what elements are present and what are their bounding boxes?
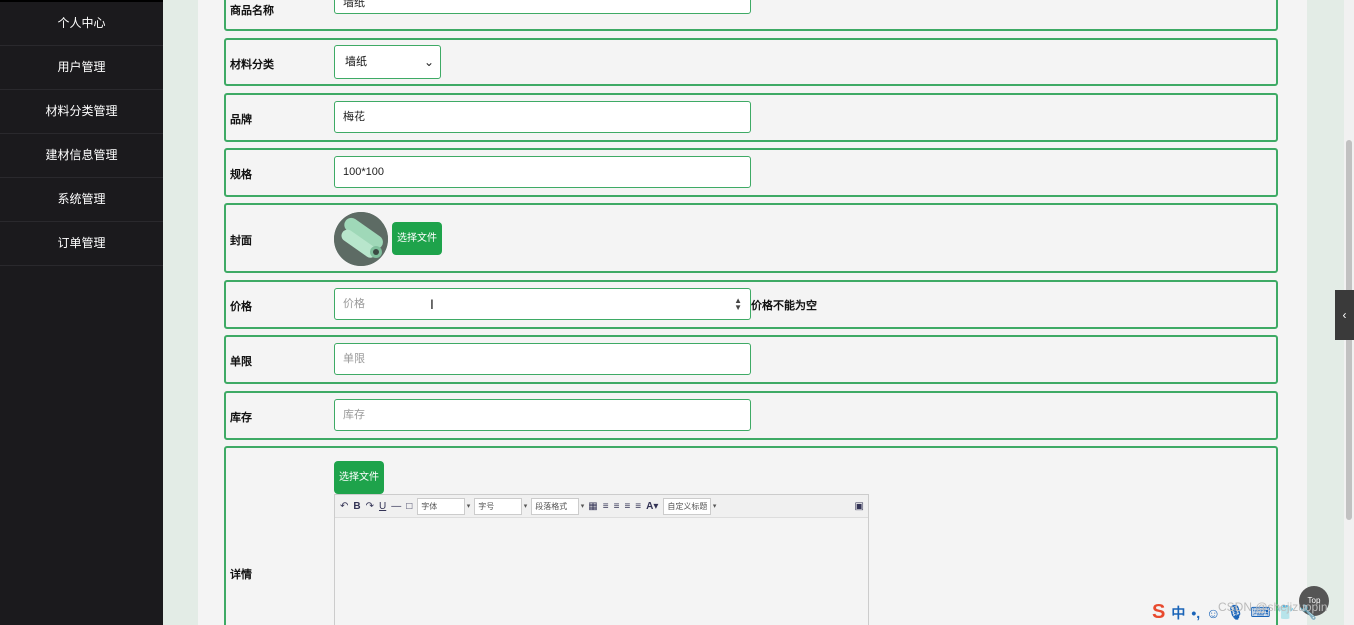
price-label: 价格 xyxy=(230,301,252,313)
sidebar-item-category-management[interactable]: 材料分类管理 xyxy=(0,90,163,134)
sidebar-item-system-management[interactable]: 系统管理 xyxy=(0,178,163,222)
ime-chinese-mode-icon[interactable]: 中 xyxy=(1171,603,1185,623)
paste-icon[interactable]: □ xyxy=(406,501,412,512)
cover-choose-file-button[interactable]: 选择文件 xyxy=(392,222,442,255)
text-cursor-icon: I xyxy=(430,296,434,312)
detail-label: 详情 xyxy=(230,569,252,581)
form-row-cover: 封面 选择文件 xyxy=(224,203,1278,273)
spec-input[interactable]: 100*100 xyxy=(334,156,751,188)
sogou-logo-icon: S xyxy=(1152,601,1166,623)
table-icon[interactable]: ▦ xyxy=(588,501,597,512)
align-justify-icon[interactable]: ≡ xyxy=(635,501,641,512)
form-row-detail: 详情 选择文件 ↶ B ↷ U — □ 字体 ▾ 字号 ▾ 段落格式 ▾ ▦ ≡ ≡ … xyxy=(224,446,1278,625)
number-spinner-icon[interactable]: ▲ ▼ xyxy=(734,297,742,312)
font-family-select[interactable]: 字体 ▾ xyxy=(417,497,470,515)
csdn-watermark: CSDN @shejizuopin xyxy=(1218,600,1328,614)
undo-icon[interactable]: ↶ xyxy=(340,501,348,512)
price-input-placeholder: 价格 xyxy=(343,298,365,310)
align-right-icon[interactable]: ≡ xyxy=(624,501,630,512)
font-size-select-label: 字号 xyxy=(478,501,495,511)
stock-label: 库存 xyxy=(230,412,252,424)
font-size-select[interactable]: 字号 ▾ xyxy=(474,497,527,515)
form-row-stock: 库存 库存 xyxy=(224,391,1278,440)
rich-text-editor[interactable]: ↶ B ↷ U — □ 字体 ▾ 字号 ▾ 段落格式 ▾ ▦ ≡ ≡ ≡ ≡ A▾ 自… xyxy=(334,494,869,625)
form-row-spec: 规格 100*100 xyxy=(224,148,1278,197)
paragraph-format-select[interactable]: 段落格式 ▾ xyxy=(531,497,584,515)
custom-title-select[interactable]: 自定义标题 ▾ xyxy=(663,497,716,515)
form-row-product-name: 商品名称 墙纸 xyxy=(224,0,1278,31)
limit-label: 单限 xyxy=(230,356,252,368)
fullscreen-icon[interactable]: ▣ xyxy=(855,501,864,512)
sidebar-item-user-management[interactable]: 用户管理 xyxy=(0,46,163,90)
cover-thumbnail-image xyxy=(334,212,388,266)
category-select-value: 墙纸 xyxy=(345,56,367,68)
price-input[interactable]: 价格 ▲ ▼ xyxy=(334,288,751,320)
main-area: 商品名称 墙纸 材料分类 墙纸 ⌄ 品牌 梅花 规格 100*100 封面 选择… xyxy=(163,0,1344,625)
form-row-limit: 单限 单限 xyxy=(224,335,1278,384)
form-panel: 商品名称 墙纸 材料分类 墙纸 ⌄ 品牌 梅花 规格 100*100 封面 选择… xyxy=(198,0,1307,625)
bold-icon[interactable]: B xyxy=(353,501,360,512)
limit-input[interactable]: 单限 xyxy=(334,343,751,375)
custom-title-select-label: 自定义标题 xyxy=(667,501,708,511)
form-row-category: 材料分类 墙纸 ⌄ xyxy=(224,38,1278,86)
ime-punctuation-icon[interactable]: •, xyxy=(1191,605,1200,621)
align-center-icon[interactable]: ≡ xyxy=(614,501,620,512)
underline-icon[interactable]: U xyxy=(379,501,386,512)
sidebar-item-order-management[interactable]: 订单管理 xyxy=(0,222,163,266)
font-family-select-label: 字体 xyxy=(421,501,438,511)
stock-input[interactable]: 库存 xyxy=(334,399,751,431)
category-select[interactable]: 墙纸 ⌄ xyxy=(334,45,441,79)
spec-label: 规格 xyxy=(230,169,252,181)
product-name-input[interactable]: 墙纸 xyxy=(334,0,751,14)
category-label: 材料分类 xyxy=(230,59,274,71)
sidebar: 个人中心 用户管理 材料分类管理 建材信息管理 系统管理 订单管理 xyxy=(0,0,163,625)
editor-toolbar: ↶ B ↷ U — □ 字体 ▾ 字号 ▾ 段落格式 ▾ ▦ ≡ ≡ ≡ ≡ A▾ 自… xyxy=(335,495,868,518)
paragraph-format-select-label: 段落格式 xyxy=(535,501,568,511)
cover-label: 封面 xyxy=(230,235,252,247)
form-row-price: 价格 价格 ▲ ▼ 价格不能为空 xyxy=(224,280,1278,329)
form-row-brand: 品牌 梅花 xyxy=(224,93,1278,142)
align-left-icon[interactable]: ≡ xyxy=(603,501,609,512)
brand-input[interactable]: 梅花 xyxy=(334,101,751,133)
chevron-down-icon: ⌄ xyxy=(423,55,434,69)
detail-choose-file-button[interactable]: 选择文件 xyxy=(334,461,384,494)
chevron-left-icon: ‹ xyxy=(1342,308,1347,322)
sidebar-item-personal-center[interactable]: 个人中心 xyxy=(0,2,163,46)
redo-icon[interactable]: ↷ xyxy=(366,501,374,512)
font-color-icon[interactable]: A▾ xyxy=(646,501,658,512)
sidebar-item-material-info-management[interactable]: 建材信息管理 xyxy=(0,134,163,178)
price-error-message: 价格不能为空 xyxy=(751,300,817,312)
horizontal-rule-icon[interactable]: — xyxy=(391,501,401,512)
collapse-panel-button[interactable]: ‹ xyxy=(1335,290,1354,340)
brand-label: 品牌 xyxy=(230,114,252,126)
product-name-label: 商品名称 xyxy=(230,5,274,17)
